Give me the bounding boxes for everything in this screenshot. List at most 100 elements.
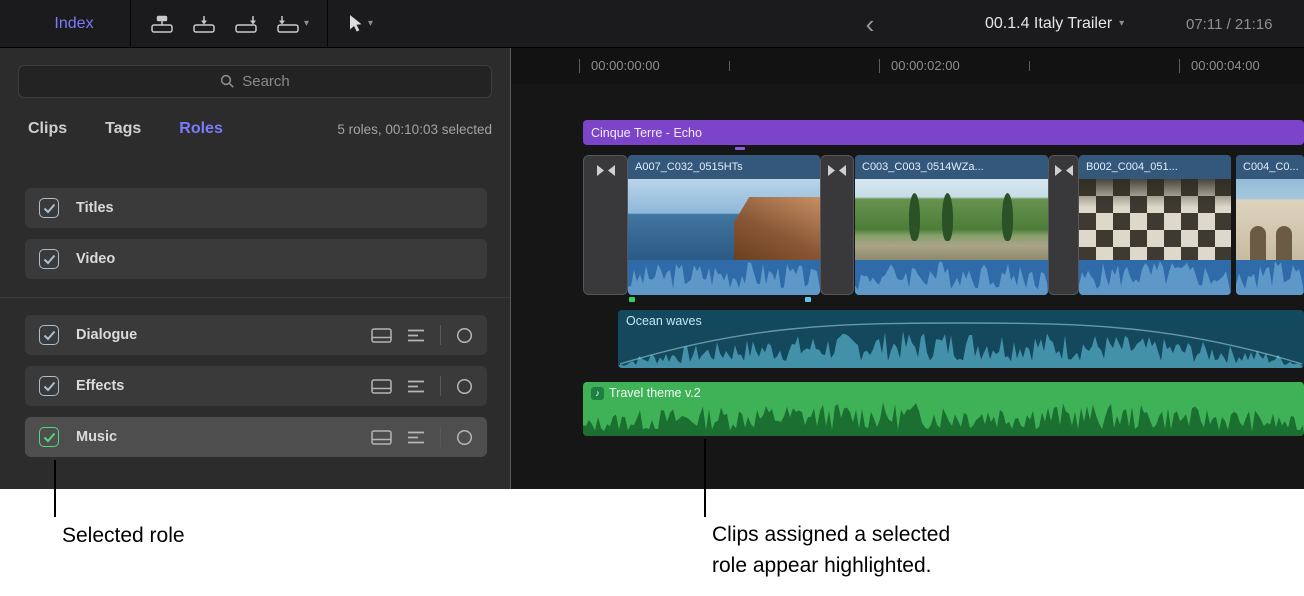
focus-icon[interactable] [456, 429, 473, 446]
append-edit-button[interactable] [233, 14, 259, 34]
subroles-icon[interactable] [407, 328, 425, 343]
tab-tags[interactable]: Tags [105, 120, 141, 138]
audio-clip-travel-theme[interactable]: ♪ Travel theme v.2 [583, 382, 1304, 436]
insert-edit-button[interactable] [191, 14, 217, 34]
transition-icon [597, 165, 615, 176]
thumbnail-shade [1079, 179, 1231, 260]
tab-clips[interactable]: Clips [28, 120, 67, 138]
select-tool-button[interactable]: ▾ [348, 14, 373, 33]
transition-icon [828, 165, 846, 176]
cross-dissolve-transition[interactable] [1048, 155, 1079, 295]
controls-divider [440, 325, 441, 345]
ruler-tick [729, 61, 730, 71]
video-clip[interactable]: C004_C0... [1236, 155, 1304, 295]
panel-divider[interactable] [510, 48, 511, 489]
search-input[interactable]: Search [18, 65, 492, 98]
checkmark-icon [43, 330, 56, 341]
checkbox-checked-icon[interactable] [39, 376, 59, 396]
clip-name: B002_C004_051... [1079, 155, 1231, 179]
fade-envelope[interactable] [618, 310, 1304, 368]
role-row-titles[interactable]: Titles [25, 188, 487, 228]
clip-audio-waveform [855, 260, 1048, 295]
search-icon [220, 74, 235, 89]
callout-line-highlighted-clip [704, 439, 706, 517]
checkbox-checked-icon[interactable] [39, 198, 59, 218]
timeline: 00:00:00:00 00:00:02:00 00:00:04:00 Cinq… [511, 48, 1304, 489]
clip-name: A007_C032_0515HTs [628, 155, 820, 179]
audio-clip-label: Travel theme v.2 [609, 386, 701, 400]
title-clip[interactable]: Cinque Terre - Echo [583, 120, 1304, 145]
project-title-menu[interactable]: 00.1.4 Italy Trailer ▾ [985, 0, 1124, 48]
toolbar-separator [327, 0, 328, 48]
role-controls [371, 376, 473, 396]
audio-clip-ocean-waves[interactable]: Ocean waves [618, 310, 1304, 368]
clip-thumbnail [1079, 179, 1231, 260]
checkbox-checked-icon[interactable] [39, 427, 59, 447]
connect-edit-button[interactable] [149, 14, 175, 34]
controls-divider [440, 376, 441, 396]
edit-tools-group: ▾ [149, 14, 309, 34]
minimize-lanes-icon[interactable] [371, 328, 392, 343]
chevron-down-icon: ▾ [368, 19, 373, 29]
selection-summary: 5 roles, 00:10:03 selected [337, 122, 492, 137]
ruler-tick [1029, 61, 1030, 71]
index-button[interactable]: Index [18, 0, 130, 48]
toolbar-separator [130, 0, 131, 48]
timeline-back-button[interactable]: ‹ [858, 0, 882, 48]
clip-audio-waveform [628, 260, 820, 295]
checkmark-icon [43, 381, 56, 392]
minimize-lanes-icon[interactable] [371, 379, 392, 394]
overwrite-edit-icon [275, 14, 301, 34]
clip-audio-waveform [1236, 260, 1304, 295]
role-label: Video [76, 251, 115, 267]
index-label: Index [54, 15, 93, 33]
focus-icon[interactable] [456, 378, 473, 395]
cross-dissolve-transition[interactable] [583, 155, 628, 295]
role-row-dialogue[interactable]: Dialogue [25, 315, 487, 355]
video-clip[interactable]: B002_C004_051... [1079, 155, 1231, 295]
tab-roles[interactable]: Roles [179, 120, 223, 138]
back-chevron-icon: ‹ [866, 9, 875, 40]
thumbnail-tree [1002, 193, 1013, 241]
thumbnail-tree [909, 193, 920, 241]
overwrite-edit-button[interactable]: ▾ [275, 14, 309, 34]
timecode-value: 07:11 / 21:16 [1186, 16, 1272, 33]
title-clip-label: Cinque Terre - Echo [591, 126, 702, 140]
clip-thumbnail [855, 179, 1048, 260]
caption-selected-role: Selected role [62, 520, 185, 551]
clip-marker-green [629, 297, 635, 302]
cross-dissolve-transition[interactable] [820, 155, 854, 295]
minimize-lanes-icon[interactable] [371, 430, 392, 445]
clip-thumbnail [1236, 179, 1304, 260]
ruler-timecode: 00:00:04:00 [1191, 58, 1260, 73]
role-label: Dialogue [76, 327, 137, 343]
ruler-tick [879, 59, 880, 73]
role-row-music[interactable]: Music [25, 417, 487, 457]
ruler-tick [1179, 59, 1180, 73]
clip-marker-cyan [805, 297, 811, 302]
video-clip[interactable]: C003_C003_0514WZa... [855, 155, 1048, 295]
clip-thumbnail [628, 179, 820, 260]
subroles-icon[interactable] [407, 379, 425, 394]
video-clip[interactable]: A007_C032_0515HTs [628, 155, 820, 295]
chevron-down-icon[interactable]: ▾ [304, 19, 309, 29]
role-row-video[interactable]: Video [25, 239, 487, 279]
subroles-icon[interactable] [407, 430, 425, 445]
checkmark-icon [43, 254, 56, 265]
duration-timecode: 07:11 / 21:16 [1186, 0, 1304, 48]
role-label: Music [76, 429, 117, 445]
clip-name: C003_C003_0514WZa... [855, 155, 1048, 179]
arrow-pointer-icon [348, 14, 363, 33]
focus-icon[interactable] [456, 327, 473, 344]
checkbox-checked-icon[interactable] [39, 249, 59, 269]
checkbox-checked-icon[interactable] [39, 325, 59, 345]
project-title: 00.1.4 Italy Trailer [985, 15, 1112, 33]
checkmark-icon [43, 432, 56, 443]
timeline-ruler[interactable]: 00:00:00:00 00:00:02:00 00:00:04:00 [511, 48, 1304, 84]
transition-icon [1055, 165, 1073, 176]
checkmark-icon [43, 203, 56, 214]
role-row-effects[interactable]: Effects [25, 366, 487, 406]
connect-edit-icon [149, 14, 175, 34]
chevron-down-icon: ▾ [1119, 19, 1124, 29]
role-controls [371, 427, 473, 447]
